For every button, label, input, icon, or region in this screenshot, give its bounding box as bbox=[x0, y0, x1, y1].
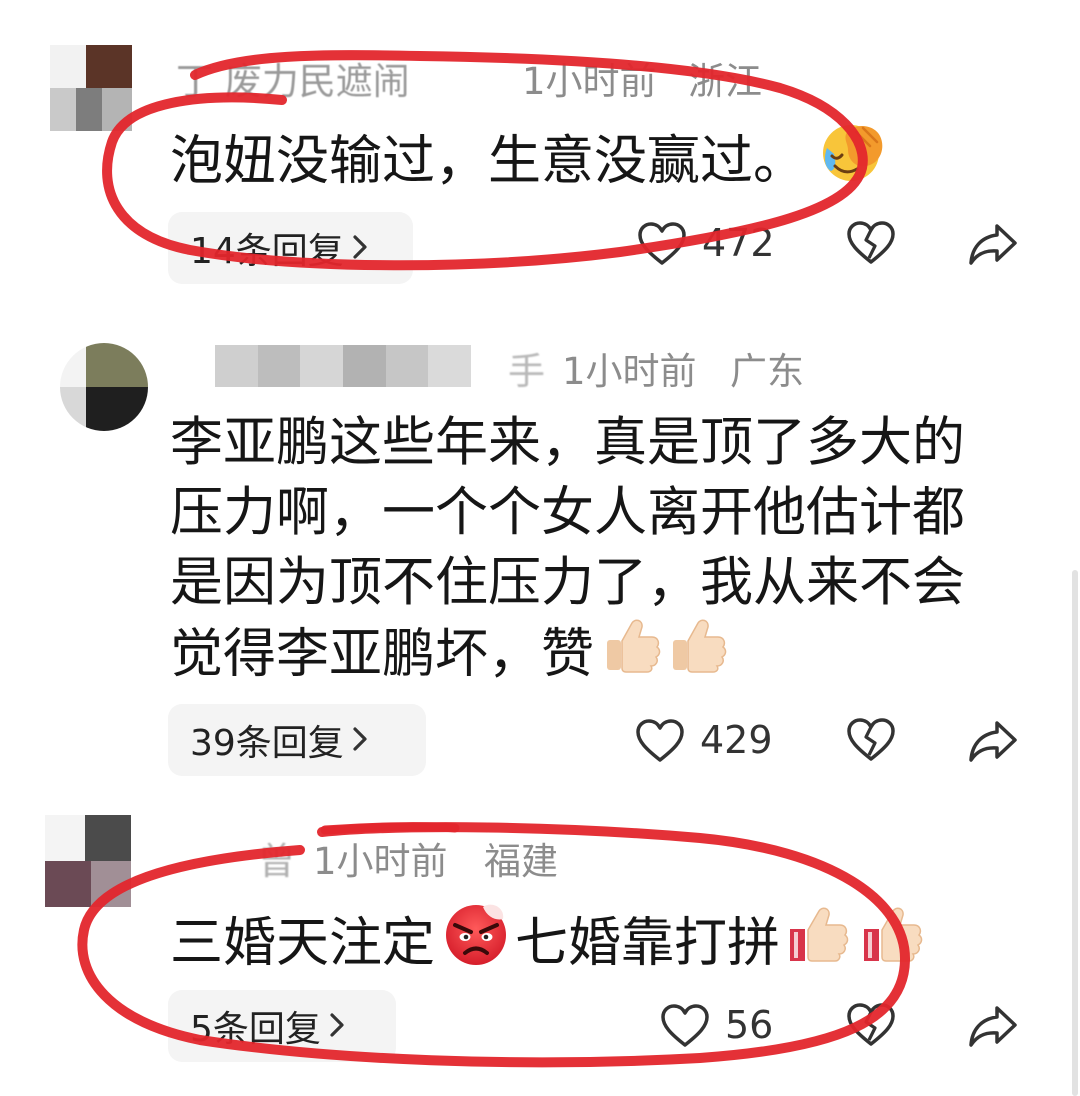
comment-text-line: 泡妞没输过，生意没赢过。 bbox=[170, 122, 886, 192]
username-obscured[interactable] bbox=[215, 345, 472, 387]
red-annotation-stroke bbox=[320, 822, 460, 835]
comment-time: 1小时前 bbox=[313, 840, 448, 883]
chevron-right-icon bbox=[352, 228, 368, 269]
like-count: 56 bbox=[725, 1003, 774, 1047]
share-button[interactable] bbox=[967, 221, 1019, 271]
share-button[interactable] bbox=[967, 718, 1019, 768]
avatar[interactable] bbox=[50, 45, 132, 131]
comment-text-line: 是因为顶不住压力了，我从来不会 bbox=[170, 552, 965, 613]
thumbs-up-emoji-icon bbox=[862, 899, 930, 985]
like-button[interactable] bbox=[660, 1003, 710, 1053]
avatar[interactable] bbox=[45, 815, 131, 907]
dislike-button[interactable] bbox=[846, 220, 896, 270]
comment-text-line: 觉得李亚鹏坏，赞 bbox=[170, 618, 965, 688]
share-icon bbox=[967, 224, 1019, 271]
comment-text-line: 压力啊，一个个女人离开他估计都 bbox=[170, 482, 965, 543]
heart-icon bbox=[635, 719, 685, 768]
thumbs-up-emoji-icon bbox=[602, 614, 662, 692]
heart-icon bbox=[637, 222, 687, 271]
comment-list: 丁 废力民遮闹 1小时前 浙江 泡妞没输过，生意没赢过。 14条回复 472 手… bbox=[0, 0, 1080, 1096]
like-count: 429 bbox=[700, 718, 773, 762]
view-replies-button[interactable]: 39条回复 bbox=[168, 704, 426, 776]
like-count: 472 bbox=[702, 221, 775, 265]
comment-text: 三婚天注定 七婚靠打拼 bbox=[170, 902, 930, 974]
comment-text-line: 三婚天注定 七婚靠打拼 bbox=[170, 902, 930, 974]
thumbs-up-emoji-icon bbox=[668, 614, 728, 692]
share-icon bbox=[967, 1006, 1019, 1053]
heart-icon bbox=[660, 1004, 710, 1053]
broken-heart-icon bbox=[846, 718, 896, 767]
view-replies-button[interactable]: 5条回复 bbox=[168, 990, 396, 1062]
comment-text: 泡妞没输过，生意没赢过。 bbox=[170, 122, 886, 192]
broken-heart-icon bbox=[846, 221, 896, 270]
share-icon bbox=[967, 721, 1019, 768]
comment-location: 浙江 bbox=[688, 60, 762, 103]
avatar[interactable] bbox=[60, 343, 148, 431]
comment-text: 李亚鹏这些年来，真是顶了多大的 压力啊，一个个女人离开他估计都 是因为顶不住压力… bbox=[170, 408, 965, 688]
like-button[interactable] bbox=[635, 718, 685, 768]
angry-face-emoji-icon bbox=[441, 898, 511, 986]
dislike-button[interactable] bbox=[846, 1002, 896, 1052]
username-fragment[interactable]: 手 bbox=[508, 352, 545, 392]
facepalm-emoji-icon bbox=[820, 118, 886, 202]
comment-location: 福建 bbox=[484, 840, 558, 883]
dislike-button[interactable] bbox=[846, 717, 896, 767]
username-fragment[interactable]: 曾 bbox=[258, 842, 295, 882]
scrollbar[interactable] bbox=[1072, 570, 1078, 1096]
comment-time: 1小时前 bbox=[522, 60, 657, 103]
broken-heart-icon bbox=[846, 1003, 896, 1052]
like-button[interactable] bbox=[637, 221, 687, 271]
comment-time: 1小时前 bbox=[562, 350, 697, 393]
thumbs-up-emoji-icon bbox=[788, 899, 856, 985]
chevron-right-icon bbox=[352, 720, 368, 761]
comment-text-line: 李亚鹏这些年来，真是顶了多大的 bbox=[170, 412, 965, 473]
share-button[interactable] bbox=[967, 1003, 1019, 1053]
chevron-right-icon bbox=[329, 1006, 345, 1047]
view-replies-button[interactable]: 14条回复 bbox=[168, 212, 413, 284]
comment-location: 广东 bbox=[730, 350, 804, 393]
username[interactable]: 丁 废力民遮闹 bbox=[176, 62, 410, 102]
